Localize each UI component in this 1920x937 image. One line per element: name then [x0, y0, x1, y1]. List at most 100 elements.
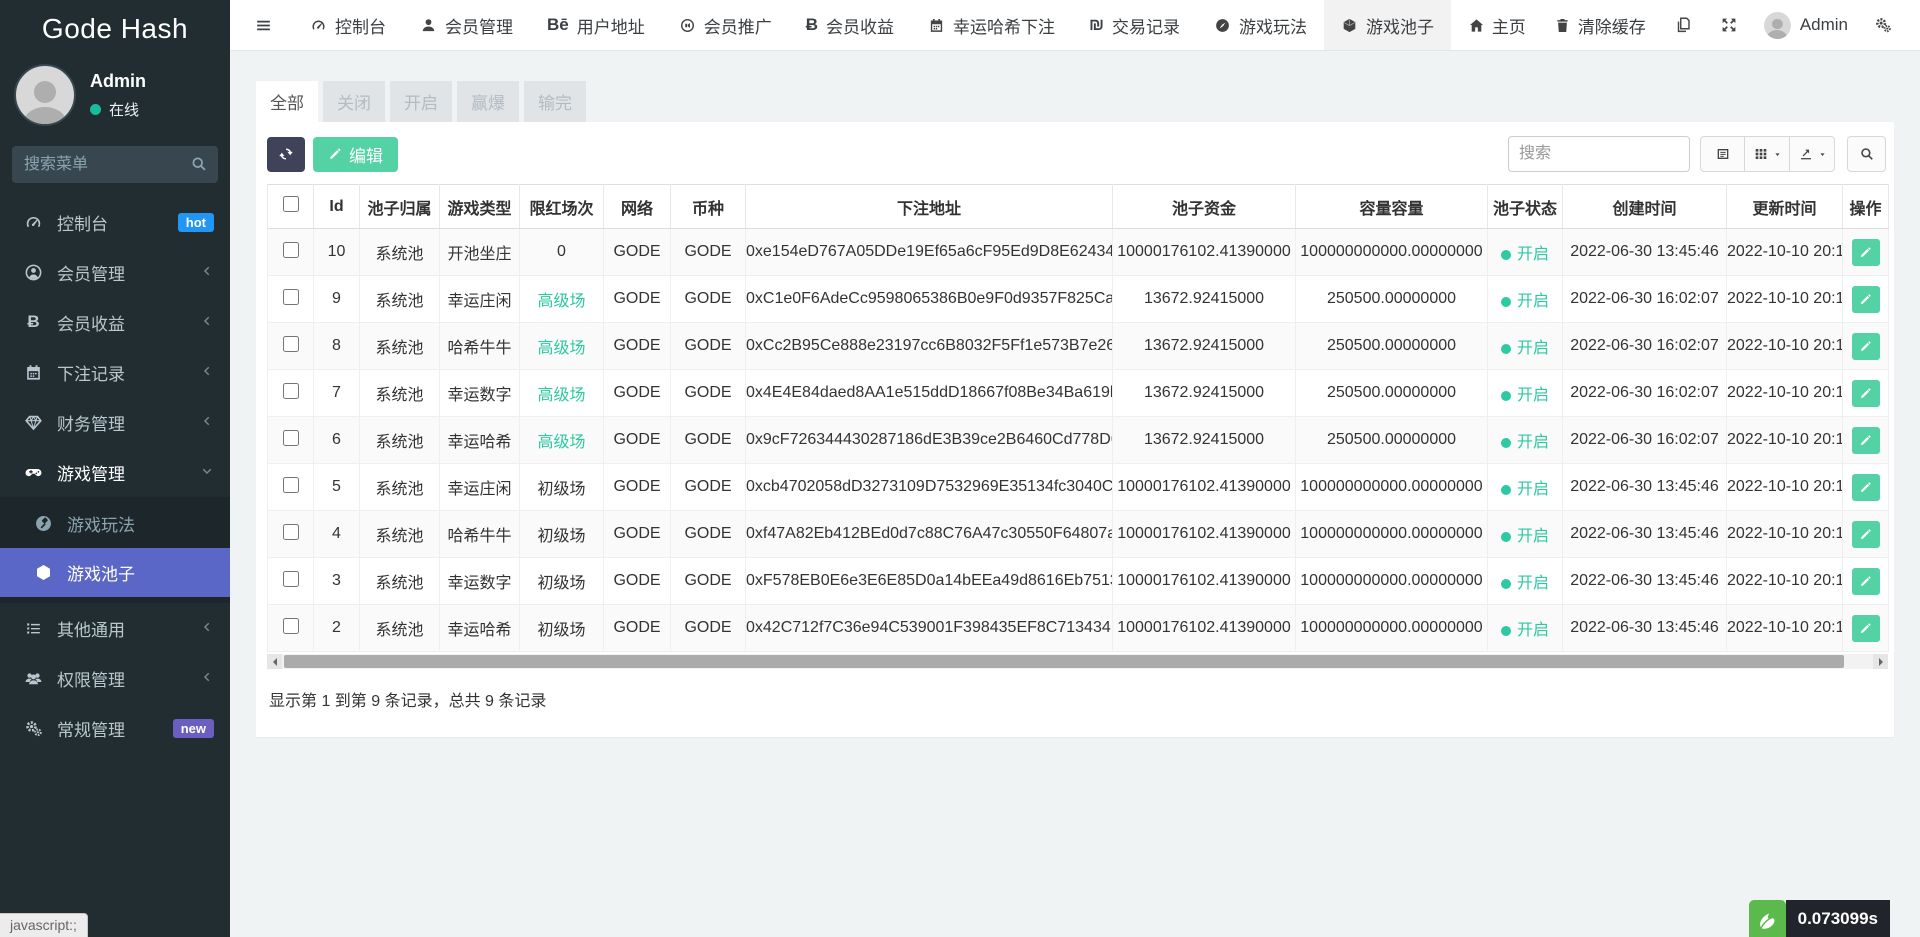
sidebar-search-input[interactable] [12, 146, 218, 183]
pencil-icon [1859, 481, 1872, 494]
row-edit-button[interactable] [1852, 380, 1880, 407]
page-copy-button[interactable] [1660, 0, 1706, 50]
topnav-user-menu[interactable]: Admin [1752, 0, 1860, 50]
sidebar-item[interactable]: 其他通用 [0, 603, 230, 653]
row-checkbox[interactable] [283, 242, 299, 258]
cell-coin: GODE [671, 511, 746, 558]
topnav-tab[interactable]: 游戏池子 [1324, 0, 1451, 50]
topnav-tab[interactable]: 控制台 [293, 0, 403, 50]
sidebar-menu: 控制台hot 会员管理 Ƀ会员收益下注记录财务管理游戏管理游戏玩法游戏池子其他通用权… [0, 197, 230, 753]
sidebar-item[interactable]: 游戏玩法 [0, 499, 230, 548]
row-checkbox[interactable] [283, 336, 299, 352]
cell-capacity: 250500.00000000 [1296, 370, 1488, 417]
user-avatar[interactable] [14, 64, 76, 126]
table-search-input[interactable] [1508, 136, 1690, 172]
topnav-tab[interactable]: 幸运哈希下注 [911, 0, 1072, 50]
pagination-summary: 显示第 1 到第 9 条记录，总共 9 条记录 [269, 687, 1886, 711]
sidebar-item-label: 会员管理 [57, 260, 200, 285]
filter-tab[interactable]: 关闭 [323, 81, 385, 122]
search-submit-button[interactable] [1847, 136, 1886, 172]
user-status: 在线 [90, 99, 146, 120]
row-edit-button[interactable] [1852, 333, 1880, 360]
topnav-tab[interactable]: ₪交易记录 [1072, 0, 1197, 50]
row-checkbox[interactable] [283, 289, 299, 305]
filter-tab[interactable]: 开启 [390, 81, 452, 122]
cell-updated: 2022-10-10 20:1 [1727, 370, 1843, 417]
sidebar-item[interactable]: 会员管理 [0, 247, 230, 297]
export-button[interactable] [1790, 136, 1835, 172]
fullscreen-button[interactable] [1706, 0, 1752, 50]
topnav-tab[interactable]: 会员管理 [403, 0, 530, 50]
filter-tab[interactable]: 全部 [256, 81, 318, 122]
cell-capacity: 250500.00000000 [1296, 417, 1488, 464]
topnav-tab[interactable]: Bē用户地址 [530, 0, 662, 50]
scroll-right-button[interactable] [1873, 654, 1888, 669]
row-edit-button[interactable] [1852, 521, 1880, 548]
sidebar-item[interactable]: 常规管理new [0, 703, 230, 753]
detail-view-button[interactable] [1700, 136, 1745, 172]
row-checkbox[interactable] [283, 571, 299, 587]
row-edit-button[interactable] [1852, 615, 1880, 642]
column-header: 操作 [1843, 185, 1889, 229]
sidebar-item[interactable]: 下注记录 [0, 347, 230, 397]
sidebar-item[interactable]: 财务管理 [0, 397, 230, 447]
cell-id: 4 [314, 511, 360, 558]
topnav-tab-label: 会员管理 [445, 13, 513, 38]
badge: hot [178, 213, 214, 232]
row-edit-button[interactable] [1852, 568, 1880, 595]
row-edit-button[interactable] [1852, 239, 1880, 266]
cell-tier: 高级场 [520, 323, 604, 370]
row-checkbox[interactable] [283, 618, 299, 634]
hamburger-icon [254, 16, 273, 35]
row-edit-button[interactable] [1852, 474, 1880, 501]
sidebar-item[interactable]: 游戏池子 [0, 548, 230, 597]
cell-created: 2022-06-30 16:02:07 [1563, 370, 1727, 417]
sidebar-toggle-button[interactable] [230, 0, 293, 50]
edit-button[interactable]: 编辑 [313, 137, 398, 172]
gamepad-icon [24, 463, 43, 482]
cell-coin: GODE [671, 417, 746, 464]
sidebar-item[interactable]: 权限管理 [0, 653, 230, 703]
sidebar-item[interactable]: 游戏管理 [0, 447, 230, 497]
framework-logo[interactable] [1749, 900, 1786, 937]
gears-icon [1874, 16, 1892, 34]
status-dot-icon [1501, 532, 1511, 542]
topnav-tab[interactable]: Ƀ会员收益 [789, 0, 911, 50]
topnav-tab[interactable]: 会员推广 [662, 0, 789, 50]
topnav-tab[interactable]: 游戏玩法 [1197, 0, 1324, 50]
scroll-left-button[interactable] [267, 654, 282, 669]
sidebar-item[interactable]: 控制台hot [0, 197, 230, 247]
user-name: Admin [90, 71, 146, 92]
filter-tab[interactable]: 输完 [524, 81, 586, 122]
filter-tab[interactable]: 赢爆 [457, 81, 519, 122]
caret-down-icon [1773, 150, 1782, 159]
row-checkbox[interactable] [283, 524, 299, 540]
refresh-button[interactable] [267, 137, 305, 172]
horizontal-scrollbar[interactable] [267, 654, 1888, 669]
cell-network: GODE [604, 229, 671, 276]
gavel-icon [34, 514, 53, 533]
cell-coin: GODE [671, 370, 746, 417]
row-edit-button[interactable] [1852, 427, 1880, 454]
cell-address: 0x42C712f7C36e94C539001F398435EF8C713434… [746, 605, 1113, 652]
clear-cache-link[interactable]: 清除缓存 [1540, 0, 1660, 50]
users-icon [24, 669, 43, 688]
scrollbar-thumb[interactable] [284, 655, 1844, 668]
row-edit-button[interactable] [1852, 286, 1880, 313]
cell-coin: GODE [671, 605, 746, 652]
cell-id: 10 [314, 229, 360, 276]
columns-button[interactable] [1745, 136, 1790, 172]
home-link[interactable]: 主页 [1454, 0, 1540, 50]
dashboard-icon [24, 213, 43, 232]
sidebar-item[interactable]: Ƀ会员收益 [0, 297, 230, 347]
table-panel: 编辑 [256, 122, 1894, 737]
cell-network: GODE [604, 276, 671, 323]
table-row: 8系统池哈希牛牛高级场GODEGODE0xCc2B95Ce888e23197cc… [268, 323, 1889, 370]
select-all-checkbox[interactable] [283, 196, 299, 212]
online-dot-icon [90, 104, 101, 115]
row-checkbox[interactable] [283, 430, 299, 446]
cell-tier: 初级场 [520, 558, 604, 605]
row-checkbox[interactable] [283, 383, 299, 399]
row-checkbox[interactable] [283, 477, 299, 493]
settings-button[interactable] [1860, 0, 1906, 50]
